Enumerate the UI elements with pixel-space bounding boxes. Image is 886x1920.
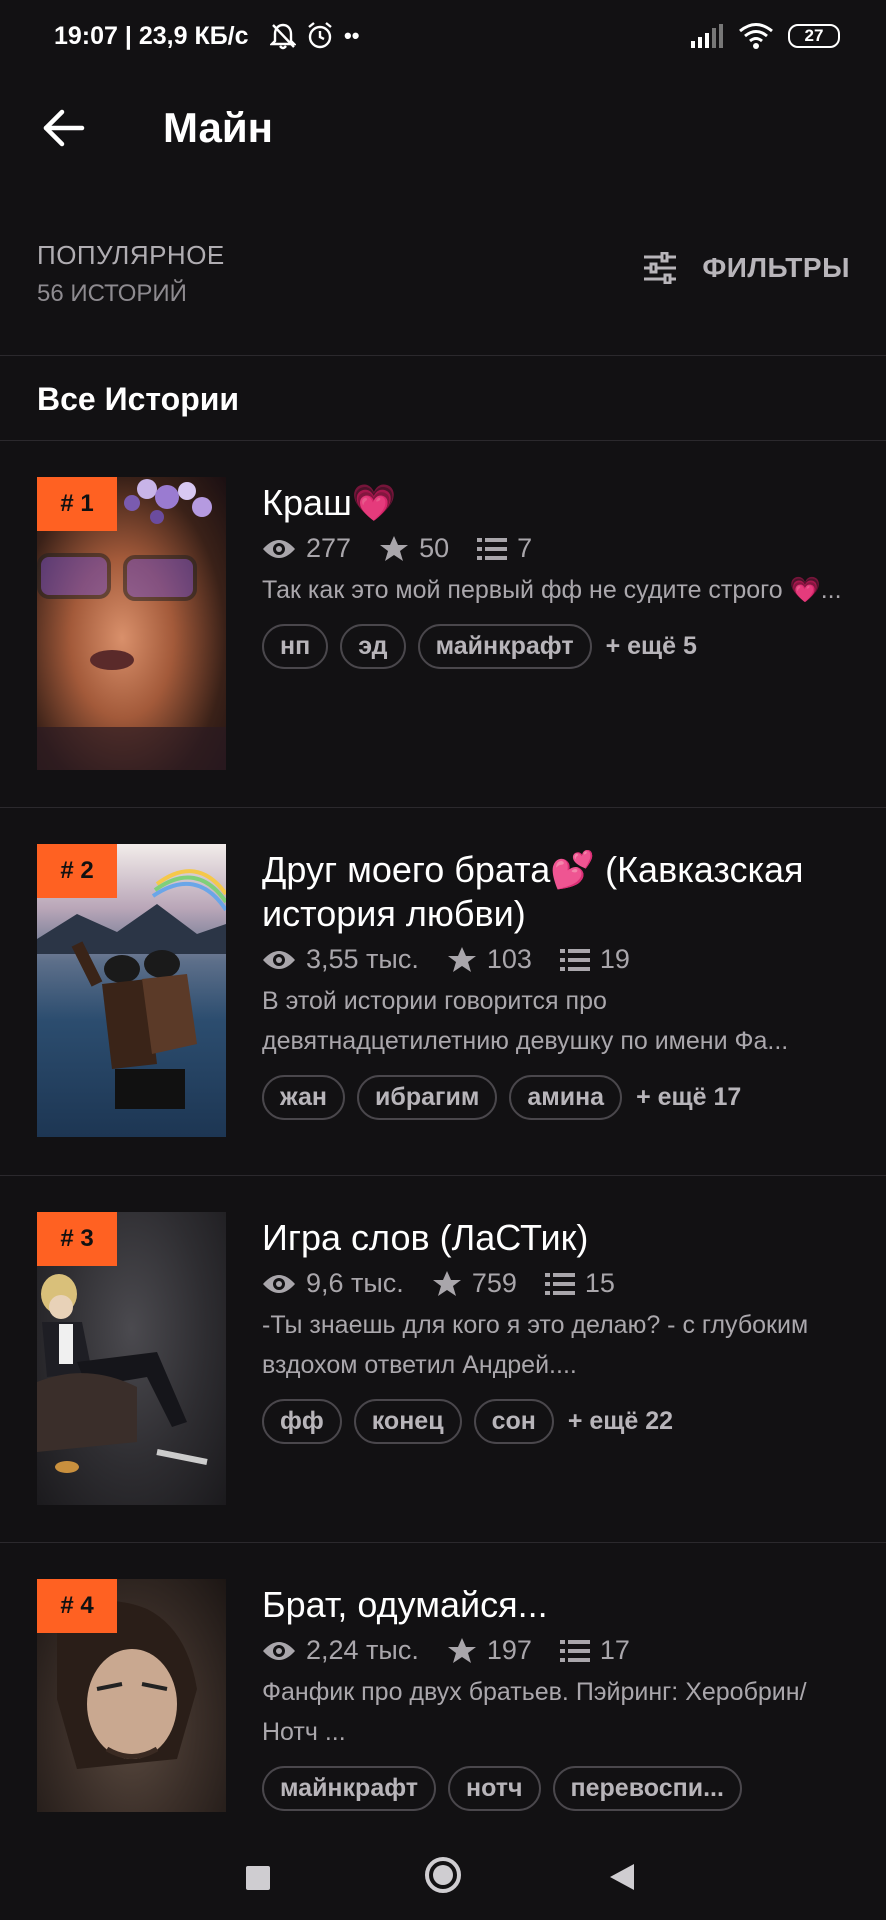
list-icon [477,537,508,560]
tag-chip[interactable]: нотч [448,1766,541,1811]
app-header: Майн [0,80,886,180]
story-description: В этой истории говорится про девятнадцет… [262,987,789,1055]
story-stats: 9,6 тыс. 759 15 [262,1268,862,1299]
list-icon [559,948,590,971]
list-viewport-clip: # 4 Брат, одумайся... 2,24 тыс. 197 17 Ф… [0,1542,886,1812]
battery-indicator: 27 [788,24,840,48]
bell-off-icon [270,23,296,50]
rank-badge: # 3 [37,1212,117,1266]
tag-list: нп эд майнкрафт + ещё 5 [262,624,862,669]
rank-badge: # 2 [37,844,117,898]
rank-badge: # 1 [37,477,117,531]
story-count: 56 ИСТОРИЙ [37,280,187,307]
story-cover[interactable]: # 4 [37,1579,226,1812]
tag-chip[interactable]: ибрагим [357,1075,498,1120]
status-left-icons: •• [270,22,359,50]
tag-chip[interactable]: эд [340,624,406,669]
tag-chip[interactable]: жан [262,1075,346,1120]
list-icon [559,1639,590,1662]
divider [0,1175,886,1176]
story-cover[interactable]: # 3 [37,1212,226,1505]
list-icon [544,1272,575,1295]
views-stat: 9,6 тыс. [262,1268,404,1299]
more-tags[interactable]: + ещё 17 [636,1083,741,1112]
stars-stat: 103 [447,944,532,975]
tag-list: жан ибрагим амина + ещё 17 [262,1075,862,1120]
status-bar: 19:07 | 23,9 КБ/с •• 27 [0,0,886,80]
status-time: 19:07 | 23,9 КБ/с [54,22,249,50]
star-icon [447,946,476,972]
tag-chip[interactable]: амина [509,1075,623,1120]
tag-list: фф конец сон + ещё 22 [262,1399,862,1444]
status-right-icons: 27 [690,22,840,50]
wifi-icon [739,23,773,49]
alarm-icon [308,22,332,49]
sliders-icon [644,252,677,284]
story-info: Игра слов (ЛаСТик) 9,6 тыс. 759 15 -Ты з… [262,1212,862,1444]
eye-icon [263,1641,295,1660]
divider [0,355,886,356]
tag-chip[interactable]: нп [262,624,329,669]
story-description: Фанфик про двух братьев. Пэйринг: Херобр… [262,1678,807,1746]
story-title[interactable]: Друг моего брата💕 (Кавказская история лю… [262,848,862,936]
story-description: -Ты знаешь для кого я это делаю? - с глу… [262,1311,809,1379]
tag-chip[interactable]: сон [473,1399,554,1444]
divider [0,440,886,441]
chapters-stat: 15 [544,1268,615,1299]
chapters-stat: 17 [559,1635,630,1666]
page-title: Майн [163,104,274,151]
section-label: ПОПУЛЯРНОЕ [37,240,225,270]
tag-chip[interactable]: перевоспи... [552,1766,742,1811]
stars-stat: 759 [432,1268,517,1299]
tag-chip[interactable]: майнкрафт [417,624,592,669]
more-dots-icon: •• [344,23,360,48]
star-icon [380,535,409,561]
stars-stat: 197 [447,1635,532,1666]
story-stats: 277 50 7 [262,533,862,564]
story-info: Брат, одумайся... 2,24 тыс. 197 17 Фанфи… [262,1579,862,1811]
star-icon [432,1270,461,1296]
tag-chip[interactable]: фф [262,1399,342,1444]
rank-badge: # 4 [37,1579,117,1633]
views-stat: 3,55 тыс. [262,944,419,975]
eye-icon [263,1274,295,1293]
eye-icon [263,539,295,558]
tag-chip[interactable]: конец [353,1399,462,1444]
star-icon [447,1637,476,1663]
story-cover[interactable]: # 2 [37,844,226,1137]
story-stats: 3,55 тыс. 103 19 [262,944,862,975]
filters-button[interactable]: ФИЛЬТРЫ [642,252,850,284]
nav-back-icon[interactable] [608,1862,636,1892]
more-tags[interactable]: + ещё 5 [606,632,697,661]
recents-icon[interactable] [246,1866,270,1890]
more-tags[interactable]: + ещё 22 [568,1407,673,1436]
back-arrow-icon[interactable] [38,102,90,154]
story-info: Краш💗 277 50 7 Так как это мой первый фф… [262,477,862,669]
chapters-stat: 7 [477,533,532,564]
story-description: Так как это мой первый фф не судите стро… [262,576,842,604]
stars-stat: 50 [379,533,449,564]
views-stat: 277 [262,533,351,564]
signal-icon [691,24,723,48]
views-stat: 2,24 тыс. [262,1635,419,1666]
tag-chip[interactable]: майнкрафт [262,1766,437,1811]
story-title[interactable]: Брат, одумайся... [262,1583,862,1627]
divider [0,807,886,808]
chapters-stat: 19 [559,944,630,975]
story-stats: 2,24 тыс. 197 17 [262,1635,862,1666]
story-title[interactable]: Игра слов (ЛаСТик) [262,1216,862,1260]
all-stories-title: Все Истории [37,381,240,417]
home-icon[interactable] [423,1855,463,1895]
system-nav-bar [0,1812,886,1920]
eye-icon [263,950,295,969]
story-info: Друг моего брата💕 (Кавказская история лю… [262,844,862,1120]
story-cover[interactable]: # 1 [37,477,226,770]
story-title[interactable]: Краш💗 [262,481,862,525]
filters-label: ФИЛЬТРЫ [702,252,850,283]
tag-list: майнкрафт нотч перевоспи... [262,1766,862,1811]
